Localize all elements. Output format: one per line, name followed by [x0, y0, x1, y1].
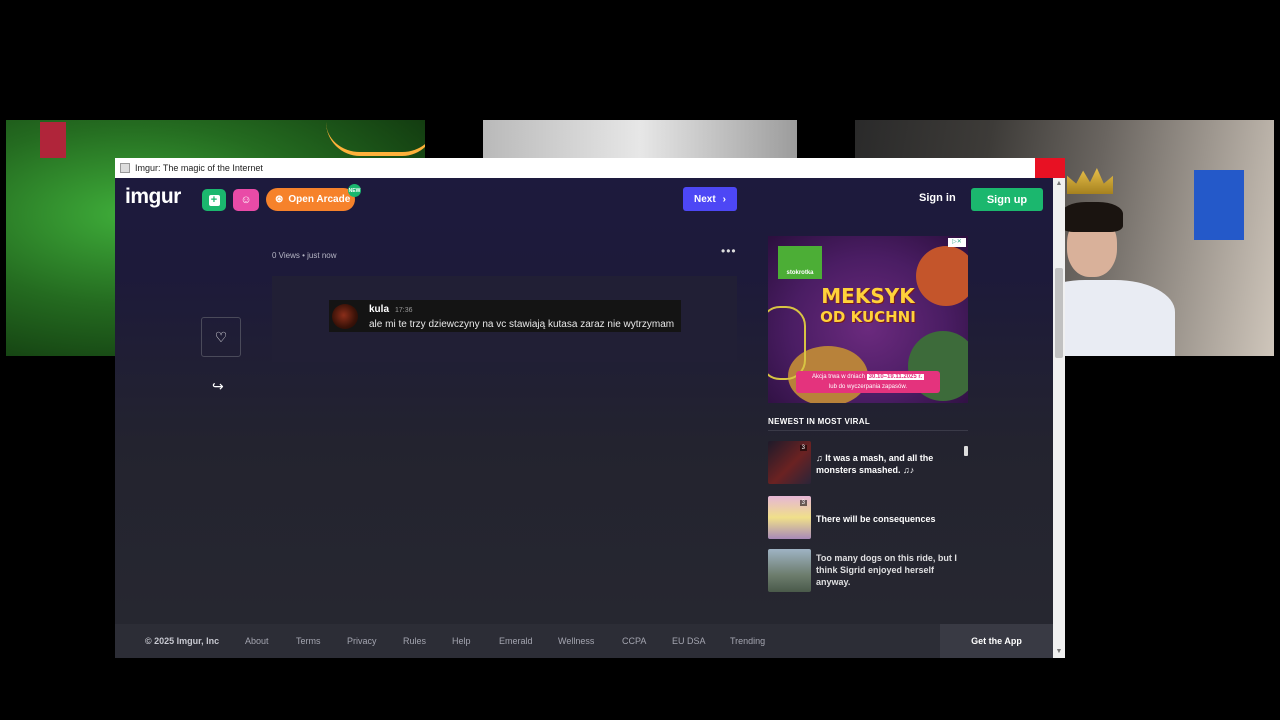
emoji-icon: ☺ [240, 194, 252, 206]
adchoices-icon[interactable]: ▷✕ [948, 238, 966, 247]
ring-light [326, 122, 425, 156]
scroll-up-icon[interactable]: ▲ [1053, 178, 1065, 190]
footer-link-wellness[interactable]: Wellness [558, 636, 594, 646]
next-label: Next [693, 193, 716, 205]
wall-blue [1194, 170, 1244, 240]
plus-icon: + [208, 194, 220, 206]
footer-link-about[interactable]: About [245, 636, 269, 646]
person-hair [1061, 202, 1123, 232]
list-item[interactable]: 3 ♫ It was a mash, and all the monsters … [768, 441, 968, 485]
sign-in-link[interactable]: Sign in [919, 192, 956, 204]
copyright: © 2025 Imgur, Inc [145, 636, 220, 646]
advertisement[interactable]: stokrotka ▷✕ MEKSYK OD KUCHNI Akcja trwa… [768, 236, 968, 403]
ad-subtitle: OD KUCHNI [820, 308, 916, 326]
post-meta: 0 Views • just now [272, 251, 337, 260]
footer: © 2025 Imgur, Inc About Terms Privacy Ru… [115, 624, 1053, 658]
post-title: Too many dogs on this ride, but I think … [816, 553, 957, 587]
ad-title: MEKSYK [821, 284, 915, 308]
post-thumbnail [768, 549, 811, 592]
window-close-button[interactable] [1035, 158, 1065, 178]
image-count: 3 [799, 445, 807, 451]
post-time: just now [307, 251, 337, 260]
list-item[interactable]: 3 There will be consequences [768, 496, 968, 540]
ad-promo-banner: Akcja trwa w dniach 30.10–19.11.2025 r. … [796, 371, 940, 393]
share-icon[interactable]: ↪ [212, 378, 224, 395]
wall-poster [40, 122, 66, 158]
divider [768, 430, 968, 431]
crown [1067, 168, 1113, 194]
window-titlebar[interactable]: Imgur: The magic of the Internet [115, 158, 1065, 178]
chat-message-image: kula 17:36 ale mi te trzy dziewczyny na … [329, 300, 681, 332]
post-title: There will be consequences [816, 514, 936, 524]
trash-icon[interactable] [964, 446, 968, 456]
message-text: ale mi te trzy dziewczyny na vc stawiają… [369, 319, 675, 330]
arcade-label: Open Arcade [288, 194, 351, 205]
footer-link-eu-dsa[interactable]: EU DSA [672, 636, 706, 646]
views-count: 0 Views [272, 251, 300, 260]
message-timestamp: 17:36 [395, 307, 413, 314]
window-icon [120, 163, 130, 173]
imgur-logo[interactable]: imgur [125, 185, 181, 209]
next-button[interactable]: Next › [683, 187, 737, 211]
list-item[interactable]: Too many dogs on this ride, but I think … [768, 549, 968, 593]
footer-link-privacy[interactable]: Privacy [347, 636, 377, 646]
image-count: 3 [799, 500, 807, 506]
message-author: kula [369, 304, 390, 315]
chevron-right-icon: › [722, 193, 727, 205]
post-title: ♫ It was a mash, and all the monsters sm… [816, 453, 934, 475]
scroll-down-icon[interactable]: ▼ [1053, 646, 1065, 658]
meme-generator-button[interactable]: ☺ [233, 189, 259, 211]
footer-link-emerald[interactable]: Emerald [499, 636, 533, 646]
heart-icon: ♡ [214, 328, 228, 345]
new-post-button[interactable]: + [202, 189, 226, 211]
like-button[interactable]: ♡ [201, 317, 241, 357]
footer-link-rules[interactable]: Rules [403, 636, 426, 646]
more-options-icon[interactable]: ••• [721, 244, 737, 258]
window-title: Imgur: The magic of the Internet [135, 163, 263, 173]
get-the-app-button[interactable]: Get the App [940, 624, 1053, 658]
post-thumbnail: 3 [768, 441, 811, 484]
scrollbar-thumb[interactable] [1055, 268, 1063, 358]
gamepad-icon: ⊛ [275, 194, 284, 205]
imgur-page: imgur + ☺ ⊛ Open Arcade NEW Next › Sign … [115, 178, 1053, 658]
footer-link-ccpa[interactable]: CCPA [622, 636, 646, 646]
sidebar-heading: NEWEST IN MOST VIRAL [768, 417, 870, 426]
avatar [332, 304, 358, 329]
browser-window: Imgur: The magic of the Internet imgur +… [115, 158, 1065, 658]
ad-promo-text: lub do wyczerpania zapasów. [828, 384, 908, 390]
footer-link-terms[interactable]: Terms [296, 636, 321, 646]
footer-link-trending[interactable]: Trending [730, 636, 765, 646]
vertical-scrollbar[interactable]: ▲ ▼ [1053, 178, 1065, 658]
ad-brand-logo: stokrotka [778, 246, 822, 279]
new-badge: NEW [348, 184, 361, 197]
video-tile-middle [483, 120, 797, 158]
post-thumbnail: 3 [768, 496, 811, 539]
open-arcade-button[interactable]: ⊛ Open Arcade [266, 188, 355, 211]
ad-promo-dates: 30.10–19.11.2025 r. [866, 374, 925, 380]
sign-up-button[interactable]: Sign up [971, 188, 1043, 211]
footer-link-help[interactable]: Help [452, 636, 471, 646]
ad-promo-text: Akcja trwa w dniach [811, 374, 865, 380]
